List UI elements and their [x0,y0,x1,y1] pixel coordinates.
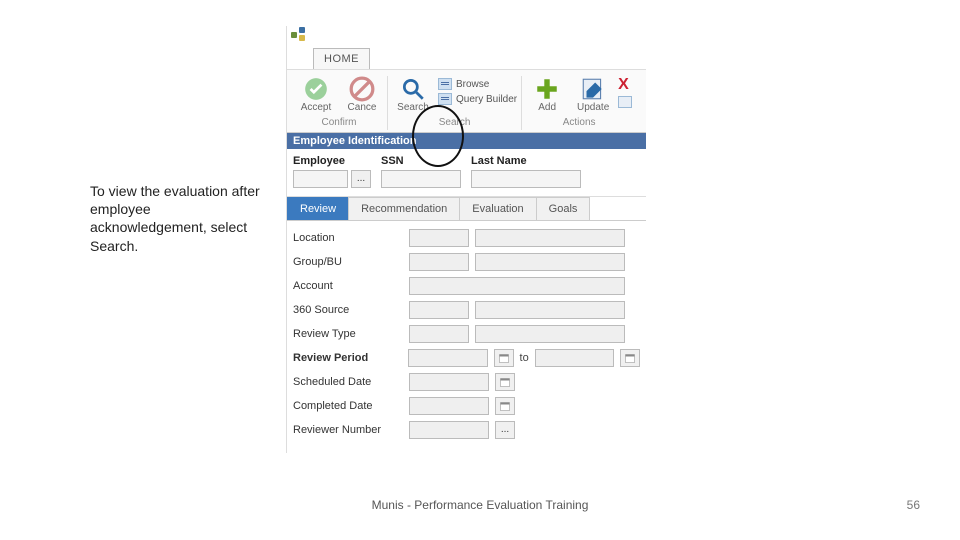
accept-label: Accept [301,102,332,113]
scheduled-calendar-button[interactable] [495,373,515,391]
query-builder-icon [438,93,452,105]
browse-icon [438,78,452,90]
search-button[interactable]: Search [392,76,434,113]
search-icon [400,76,426,102]
groupbu-label: Group/BU [293,256,403,268]
detail-tabs: Review Recommendation Evaluation Goals [287,197,646,221]
reviewer-input[interactable] [409,421,489,439]
location-desc-input[interactable] [475,229,625,247]
accept-icon [303,76,329,102]
footer-page-number: 56 [907,498,920,512]
employee-lookup-button[interactable]: ... [351,170,371,188]
footer-title: Munis - Performance Evaluation Training [0,498,960,512]
search-label: Search [397,102,429,113]
lastname-label: Last Name [471,155,581,167]
employee-input[interactable] [293,170,348,188]
groupbu-code-input[interactable] [409,253,469,271]
reviewperiod-from-input[interactable] [408,349,487,367]
completed-label: Completed Date [293,400,403,412]
cancel-button[interactable]: Cance [341,76,383,113]
lastname-input[interactable] [471,170,581,188]
reviewperiod-to-calendar-button[interactable] [620,349,640,367]
group-caption-search: Search [439,117,471,128]
reviewer-lookup-button[interactable]: ... [495,421,515,439]
group-caption-actions: Actions [563,117,596,128]
location-label: Location [293,232,403,244]
browse-label: Browse [456,79,489,90]
titlebar [287,26,646,44]
tab-recommendation[interactable]: Recommendation [348,197,460,220]
calendar-icon [499,400,511,412]
ssn-label: SSN [381,155,461,167]
completed-calendar-button[interactable] [495,397,515,415]
reviewtype-code-input[interactable] [409,325,469,343]
reviewer-label: Reviewer Number [293,424,403,436]
cancel-label: Cance [348,102,377,113]
cancel-icon [349,76,375,102]
add-icon [534,76,560,102]
munis-logo-icon [291,27,307,43]
tab-evaluation[interactable]: Evaluation [459,197,536,220]
tab-goals[interactable]: Goals [536,197,591,220]
calendar-icon [499,376,511,388]
ribbon-group-confirm: Accept Cance Confirm [291,76,388,130]
search-mini-stack: Browse Query Builder [438,76,517,105]
query-builder-button[interactable]: Query Builder [438,93,517,105]
reviewperiod-from-calendar-button[interactable] [494,349,514,367]
update-button[interactable]: Update [572,76,614,113]
ribbon: Accept Cance Confirm Search [287,69,646,133]
update-icon [580,76,606,102]
ssn-input[interactable] [381,170,461,188]
groupbu-desc-input[interactable] [475,253,625,271]
to-text: to [520,352,529,364]
calendar-icon [498,352,510,364]
add-button[interactable]: Add [526,76,568,113]
review-form: Location Group/BU Account 360 Source Rev… [287,221,646,453]
employee-id-row: Employee ... SSN Last Name [287,149,646,197]
location-code-input[interactable] [409,229,469,247]
misc-action-icon[interactable] [618,96,632,108]
home-ribbon-tab[interactable]: HOME [313,48,370,69]
section-header-employee-id: Employee Identification [287,133,646,149]
ribbon-group-actions: Add Update X Actions [522,76,636,130]
360source-desc-input[interactable] [475,301,625,319]
query-builder-label: Query Builder [456,94,517,105]
completed-input[interactable] [409,397,489,415]
account-input[interactable] [409,277,625,295]
calendar-icon [624,352,636,364]
munis-app-screenshot: HOME Accept Cance Confirm [286,26,646,453]
accept-button[interactable]: Accept [295,76,337,113]
update-label: Update [577,102,609,113]
ribbon-group-search: Search Browse Query Builder Search [388,76,522,130]
360source-label: 360 Source [293,304,403,316]
employee-label: Employee [293,155,371,167]
tab-review[interactable]: Review [287,197,349,220]
add-label: Add [538,102,556,113]
browse-button[interactable]: Browse [438,78,517,90]
reviewtype-label: Review Type [293,328,403,340]
group-caption-confirm: Confirm [321,117,356,128]
reviewperiod-to-input[interactable] [535,349,614,367]
360source-code-input[interactable] [409,301,469,319]
reviewtype-desc-input[interactable] [475,325,625,343]
instruction-text: To view the evaluation after employee ac… [90,182,260,255]
delete-icon[interactable]: X [618,78,632,92]
account-label: Account [293,280,403,292]
reviewperiod-label: Review Period [293,352,402,364]
scheduled-label: Scheduled Date [293,376,403,388]
scheduled-input[interactable] [409,373,489,391]
